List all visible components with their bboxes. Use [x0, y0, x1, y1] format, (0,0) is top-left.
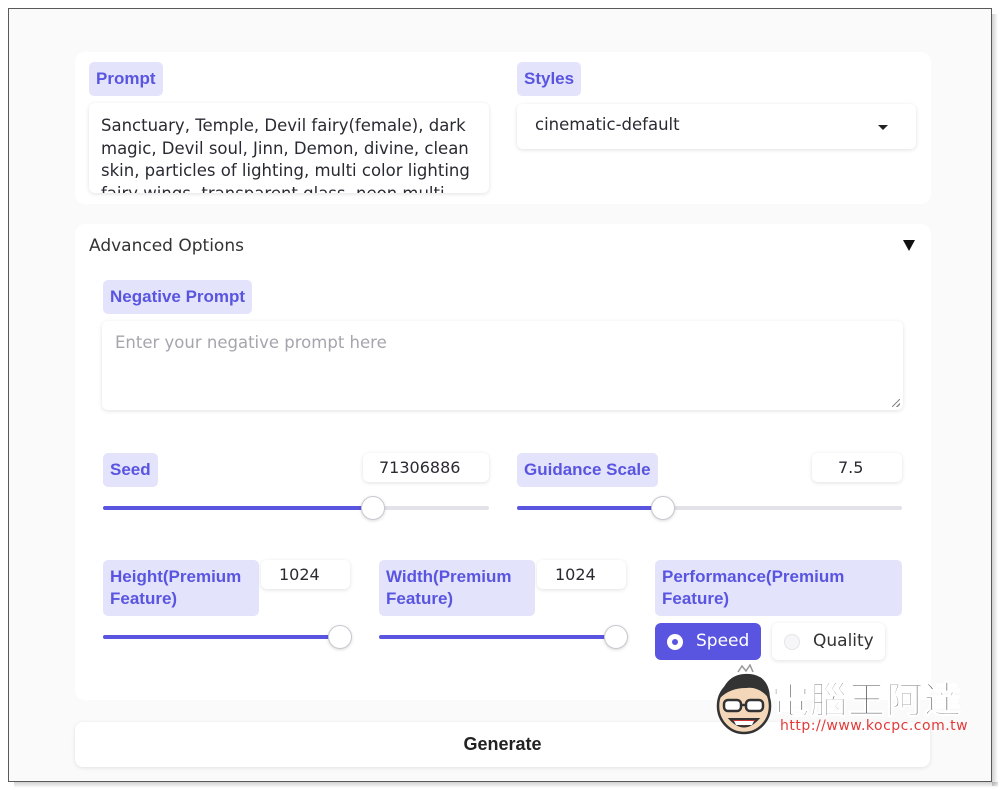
guidance-scale-slider[interactable] — [517, 496, 902, 520]
performance-option-speed[interactable]: Speed — [655, 623, 761, 660]
height-label-line2: Feature) — [110, 589, 178, 608]
seed-slider-fill — [103, 506, 373, 510]
frame-shadow-bottom — [14, 782, 998, 788]
width-label-line2: Feature) — [386, 589, 454, 608]
mascot-face-icon — [716, 664, 772, 735]
seed-slider-thumb[interactable] — [361, 496, 385, 520]
performance-option-quality[interactable]: Quality — [772, 623, 885, 660]
width-slider-thumb[interactable] — [604, 625, 628, 649]
guidance-scale-input[interactable]: 7.5 — [812, 453, 902, 482]
speed-option-label: Speed — [696, 631, 750, 651]
width-slider[interactable] — [379, 625, 628, 649]
radio-unselected-icon — [784, 634, 800, 650]
quality-option-label: Quality — [813, 631, 874, 651]
watermark-url: http://www.kocpc.com.tw — [780, 718, 969, 734]
styles-selected-value: cinematic-default — [535, 115, 680, 134]
watermark-brand: 電腦王阿達 — [772, 679, 962, 723]
height-slider-fill — [103, 635, 340, 639]
radio-selected-icon — [667, 634, 683, 650]
negative-prompt-label: Negative Prompt — [103, 280, 253, 314]
guidance-slider-thumb[interactable] — [651, 496, 675, 520]
performance-label-line1: Performance(Premium — [662, 567, 845, 586]
height-input[interactable]: 1024 — [261, 560, 350, 589]
guidance-slider-fill — [517, 506, 663, 510]
watermark: 電腦王阿達 http://www.kocpc.com.tw — [712, 664, 974, 740]
frame-shadow-right — [992, 14, 998, 786]
width-label-line1: Width(Premium — [386, 567, 512, 586]
width-slider-fill — [379, 635, 616, 639]
width-input[interactable]: 1024 — [537, 560, 626, 589]
styles-label: Styles — [517, 62, 582, 96]
performance-label: Performance(Premium Feature) — [655, 560, 902, 616]
prompt-textarea[interactable]: Sanctuary, Temple, Devil fairy(female), … — [89, 103, 489, 193]
performance-label-line2: Feature) — [662, 589, 730, 608]
height-label: Height(Premium Feature) — [103, 560, 259, 616]
seed-label: Seed — [103, 453, 158, 487]
triangle-down-icon[interactable] — [903, 240, 915, 251]
width-label: Width(Premium Feature) — [379, 560, 535, 616]
caret-down-icon — [878, 125, 888, 130]
height-slider-thumb[interactable] — [328, 625, 352, 649]
styles-select[interactable]: cinematic-default — [517, 104, 916, 149]
height-label-line1: Height(Premium — [110, 567, 242, 586]
height-slider[interactable] — [103, 625, 352, 649]
prompt-label: Prompt — [89, 62, 163, 96]
resize-grip-icon[interactable] — [892, 399, 900, 407]
advanced-options-toggle-label[interactable]: Advanced Options — [89, 236, 244, 256]
negative-prompt-textarea[interactable]: Enter your negative prompt here — [102, 321, 903, 410]
guidance-scale-label: Guidance Scale — [517, 453, 658, 487]
seed-input[interactable]: 71306886 — [363, 453, 489, 482]
seed-slider[interactable] — [103, 496, 489, 520]
negative-prompt-placeholder: Enter your negative prompt here — [115, 333, 387, 352]
